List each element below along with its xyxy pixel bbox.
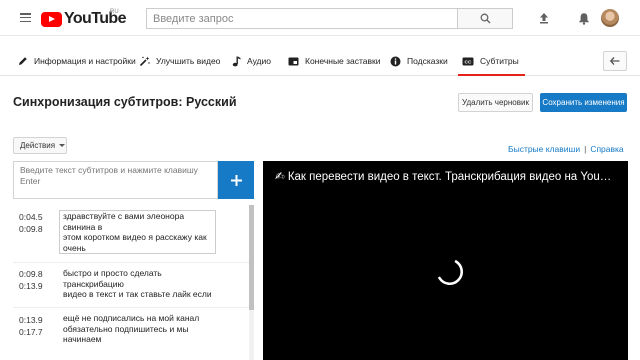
subtitle-times: 0:04.5 0:09.8 [19, 211, 43, 235]
subtitle-row[interactable]: 0:04.5 0:09.8 здравствуйте с вами элеоно… [13, 205, 249, 263]
tab-subtitles[interactable]: CC Субтитры [458, 46, 525, 76]
video-title[interactable]: ✍ Как перевести видео в текст. Транскриб… [275, 169, 611, 183]
search-input[interactable] [147, 9, 457, 29]
upload-button[interactable] [535, 9, 553, 27]
subtitle-row[interactable]: 0:09.8 0:13.9 быстро и просто сделать тр… [13, 263, 249, 308]
start-time[interactable]: 0:04.5 [19, 211, 43, 223]
info-icon [390, 56, 401, 66]
subtitle-line: видео в текст и так ставьте лайк если [63, 289, 212, 299]
subtitle-text[interactable]: быстро и просто сделать транскрибацию ви… [63, 268, 212, 300]
subtitle-line: очень [63, 242, 86, 253]
menu-icon[interactable] [20, 13, 31, 23]
search-box [146, 8, 457, 29]
youtube-play-icon [41, 11, 62, 27]
pencil-icon [19, 57, 27, 65]
subtitle-text-input[interactable] [13, 161, 218, 199]
tab-label: Субтитры [480, 56, 519, 66]
actions-dropdown[interactable]: Действия [13, 137, 67, 154]
subtitle-text[interactable]: здравствуйте с вами элеонора свинина в э… [59, 210, 216, 254]
end-screen-icon [288, 57, 299, 65]
tab-audio[interactable]: Аудио [232, 46, 271, 76]
arrow-left-icon [610, 57, 620, 65]
notifications-button[interactable] [575, 9, 593, 27]
subtitle-times: 0:09.8 0:13.9 [19, 268, 43, 292]
start-time[interactable]: 0:13.9 [19, 314, 43, 326]
tab-label: Подсказки [407, 56, 448, 66]
actions-label: Действия [20, 141, 56, 150]
subtitle-line: обязательно подпишитесь и мы [63, 323, 189, 334]
svg-text:CC: CC [465, 59, 472, 65]
discard-draft-button[interactable]: Удалить черновик [458, 93, 533, 112]
search-icon [480, 13, 490, 24]
end-time[interactable]: 0:17.7 [19, 326, 43, 338]
help-links: Быстрые клавиши | Справка [508, 144, 624, 154]
avatar[interactable] [601, 9, 619, 27]
music-note-icon [232, 56, 241, 66]
upload-icon [540, 13, 548, 24]
tab-enhancements[interactable]: Улучшить видео [139, 46, 220, 76]
tab-label: Информация и настройки [34, 56, 136, 66]
tab-label: Улучшить видео [156, 56, 221, 66]
loading-spinner-icon [438, 260, 463, 285]
link-separator: | [584, 144, 587, 154]
top-bar: YouTube RU [0, 0, 640, 36]
end-time[interactable]: 0:09.8 [19, 223, 43, 235]
subtitle-line: здравствуйте с вами элеонора [63, 211, 185, 221]
subtitle-times: 0:13.9 0:17.7 [19, 314, 43, 338]
bell-icon [579, 12, 589, 25]
video-player[interactable]: ✍ Как перевести видео в текст. Транскриб… [263, 161, 628, 360]
region-label: RU [110, 9, 119, 15]
tab-cards[interactable]: Подсказки [390, 46, 448, 76]
plus-icon [230, 174, 242, 186]
save-changes-button[interactable]: Сохранить изменения [540, 93, 627, 112]
cc-icon: CC [462, 57, 474, 65]
start-time[interactable]: 0:09.8 [19, 268, 43, 280]
youtube-logo[interactable]: YouTube RU [41, 9, 126, 28]
tab-info-settings[interactable]: Информация и настройки [18, 46, 136, 76]
add-subtitle-button[interactable] [218, 161, 254, 199]
subtitle-line: свинина в [63, 221, 103, 232]
subtitle-line: быстро и просто сделать [63, 268, 162, 278]
end-time[interactable]: 0:13.9 [19, 280, 43, 292]
subtitle-line: начинаем [63, 334, 102, 344]
subtitle-line: транскрибацию [63, 278, 124, 289]
keyboard-shortcuts-link[interactable]: Быстрые клавиши [508, 144, 580, 154]
subtitle-row[interactable]: 0:13.9 0:17.7 ещё не подписались на мой … [13, 308, 249, 360]
back-button[interactable] [603, 51, 627, 71]
magic-wand-icon [139, 56, 150, 66]
help-link[interactable]: Справка [590, 144, 623, 154]
editor-tabs: Информация и настройки Улучшить видео Ау… [0, 46, 640, 76]
subtitle-list: 0:04.5 0:09.8 здравствуйте с вами элеоно… [13, 205, 249, 360]
tab-end-screens[interactable]: Конечные заставки [288, 46, 381, 76]
scrollbar-thumb[interactable] [249, 205, 254, 310]
subtitle-list-scrollbar[interactable] [249, 205, 254, 360]
caret-down-icon [59, 144, 66, 147]
subtitle-line: этом коротком видео я расскажу как [63, 232, 207, 242]
page-title: Синхронизация субтитров: Русский [13, 95, 237, 109]
subtitle-text[interactable]: ещё не подписались на мой канал обязател… [63, 313, 199, 345]
tab-label: Аудио [247, 56, 271, 66]
tab-label: Конечные заставки [305, 56, 381, 66]
search-button[interactable] [457, 8, 513, 29]
subtitle-line: ещё не подписались на мой канал [63, 313, 200, 323]
